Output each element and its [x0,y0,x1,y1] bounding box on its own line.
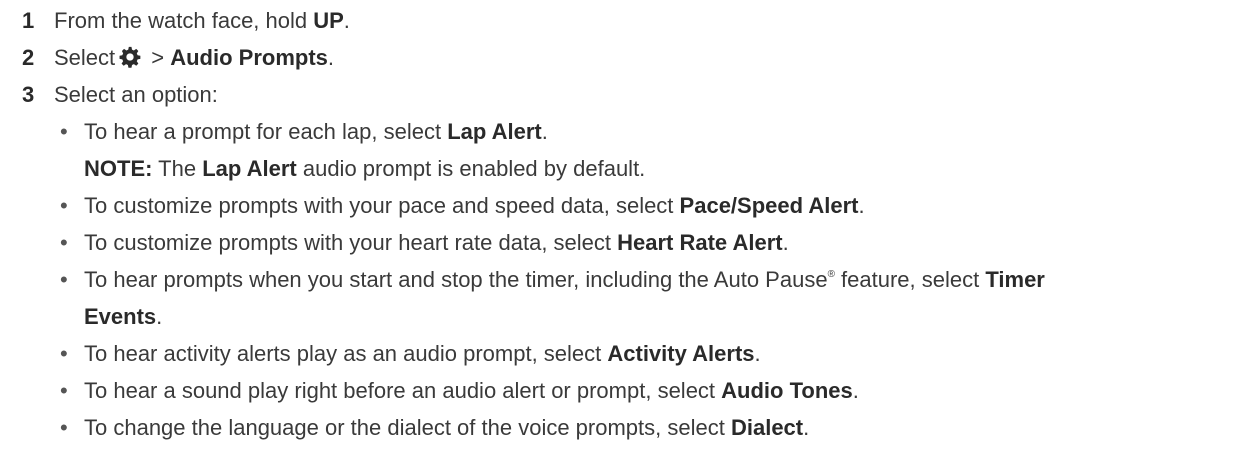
option-name-continued: Events [84,304,157,329]
option-name: Pace/Speed Alert [679,193,859,218]
note-label: NOTE: [84,156,153,181]
note-text-post: audio prompt is enabled by default. [296,156,646,181]
option-text: To hear activity alerts play as an audio… [84,335,761,372]
option-text: To hear a prompt for each lap, select La… [84,113,548,150]
step-1: 1 From the watch face, hold UP. [10,2,1252,39]
option-text-pre: To hear a sound play right before an aud… [84,378,722,403]
option-bullet: • To hear a prompt for each lap, select … [10,113,1252,150]
bullet-marker: • [60,193,68,218]
bullet-marker: • [60,267,68,292]
step-text: From the watch face, hold UP. [54,2,350,39]
option-name: Timer [985,267,1045,292]
option-name: Audio Tones [721,378,853,403]
option-bullet: • To change the language or the dialect … [10,409,1252,446]
bullet-marker: • [60,378,68,403]
step-menu-item: Audio Prompts [170,45,328,70]
step-text-pre: Select [54,45,116,70]
gear-icon [119,42,141,68]
step-number: 2 [22,45,35,70]
option-text-post: . [852,378,859,403]
option-text-post: . [803,415,810,440]
option-bullet: • To hear prompts when you start and sto… [10,261,1252,298]
step-number: 3 [22,82,35,107]
option-text: To customize prompts with your heart rat… [84,224,789,261]
bullet-marker: • [60,230,68,255]
option-text-post: . [541,119,548,144]
instructions-document: 1 From the watch face, hold UP. 2 Select… [0,0,1252,446]
option-bullet: • To hear a sound play right before an a… [10,372,1252,409]
note-text: NOTE: The Lap Alert audio prompt is enab… [84,150,645,187]
note: NOTE: The Lap Alert audio prompt is enab… [10,150,1252,187]
option-text-pre: To customize prompts with your heart rat… [84,230,618,255]
option-text-continued: Events. [84,298,162,335]
step-text-pre: From the watch face, hold [54,8,314,33]
option-text-post: . [858,193,865,218]
registered-mark: ® [827,269,835,280]
option-text: To change the language or the dialect of… [84,409,809,446]
option-text: To hear a sound play right before an aud… [84,372,859,409]
option-text-post: . [156,304,163,329]
option-name: Activity Alerts [607,341,755,366]
step-text: Select > Audio Prompts. [54,39,334,76]
option-name: Lap Alert [447,119,542,144]
option-bullet: • To customize prompts with your heart r… [10,224,1252,261]
step-separator: > [145,45,171,70]
option-bullet-continued: Events. [10,298,1252,335]
bullet-marker: • [60,341,68,366]
option-bullet: • To hear activity alerts play as an aud… [10,335,1252,372]
option-text-pre: To customize prompts with your pace and … [84,193,680,218]
option-text-post: . [782,230,789,255]
note-option-name: Lap Alert [202,156,297,181]
option-text-pre: To hear prompts when you start and stop … [84,267,828,292]
step-key: UP [313,8,344,33]
step-number: 1 [22,8,35,33]
option-text-pre: To change the language or the dialect of… [84,415,731,440]
option-text: To customize prompts with your pace and … [84,187,865,224]
step-text-post: . [327,45,335,70]
option-text-post: . [754,341,761,366]
bullet-marker: • [60,119,68,144]
option-name: Dialect [730,415,804,440]
step-text: Select an option: [54,82,218,107]
step-text-post: . [343,8,350,33]
step-3: 3 Select an option: [10,76,1252,113]
option-name: Heart Rate Alert [617,230,783,255]
option-text: To hear prompts when you start and stop … [84,261,1045,298]
option-bullet: • To customize prompts with your pace an… [10,187,1252,224]
option-text-pre: To hear a prompt for each lap, select [84,119,448,144]
option-text-pre: To hear activity alerts play as an audio… [84,341,608,366]
option-text-mid: feature, select [834,267,986,292]
bullet-marker: • [60,415,68,440]
note-text-pre: The [152,156,203,181]
step-2: 2 Select > Audio Prompts. [10,39,1252,76]
